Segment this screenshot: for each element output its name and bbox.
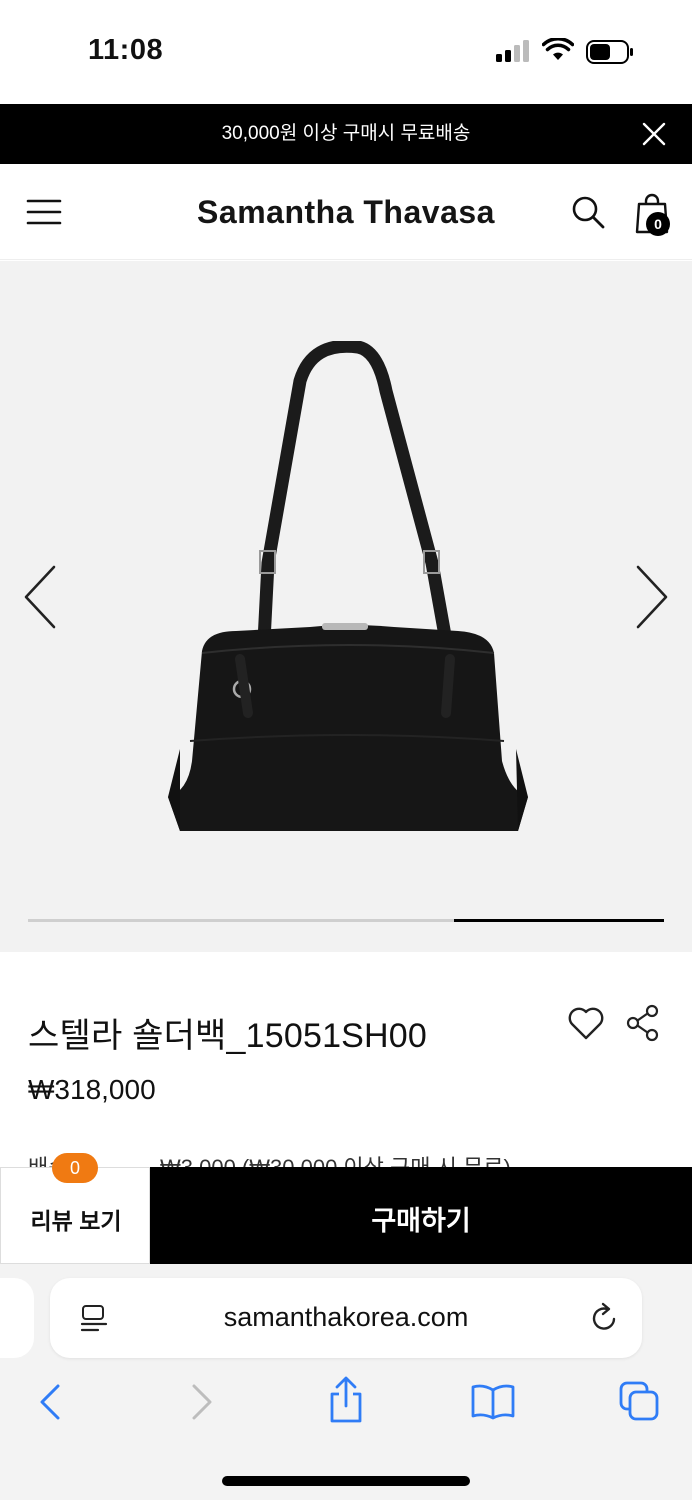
tabs-icon[interactable] [618, 1380, 660, 1422]
chevron-right-icon[interactable] [632, 563, 672, 631]
product-gallery[interactable] [0, 261, 692, 952]
back-icon[interactable] [36, 1382, 66, 1422]
share-icon[interactable] [624, 1004, 662, 1042]
wifi-icon [542, 38, 574, 60]
home-indicator [222, 1476, 470, 1486]
status-time: 11:08 [88, 34, 164, 66]
bookmarks-icon[interactable] [470, 1382, 516, 1420]
purchase-bar: 리뷰 보기 0 구매하기 [0, 1153, 692, 1264]
url-text[interactable]: samanthakorea.com [50, 1302, 642, 1333]
gallery-progress-fill [454, 919, 664, 922]
product-title: 스텔라 숄더백_15051SH00 [28, 1017, 428, 1055]
promo-banner: 30,000원 이상 구매시 무료배송 [0, 104, 692, 164]
close-icon[interactable] [638, 118, 670, 150]
product-image [168, 341, 528, 831]
browser-toolbar: samanthakorea.com [0, 1264, 692, 1500]
forward-icon[interactable] [186, 1382, 216, 1422]
reload-icon[interactable] [590, 1302, 620, 1334]
review-count-badge: 0 [52, 1153, 98, 1183]
address-bar[interactable]: samanthakorea.com [50, 1278, 642, 1358]
buy-button-label: 구매하기 [371, 1206, 471, 1236]
battery-icon [586, 40, 633, 64]
buy-button[interactable]: 구매하기 [150, 1167, 692, 1264]
cart-count-badge: 0 [646, 212, 670, 236]
cellular-signal-icon [496, 40, 529, 62]
status-bar: 11:08 [0, 0, 692, 104]
view-reviews-label: 리뷰 보기 [30, 1208, 122, 1234]
product-price: ₩318,000 [28, 1074, 156, 1105]
site-header: Samantha Thavasa [0, 164, 692, 260]
share-sheet-icon[interactable] [326, 1376, 366, 1424]
search-icon[interactable] [570, 194, 606, 230]
heart-icon[interactable] [566, 1004, 606, 1042]
gallery-progress-track [28, 919, 664, 922]
chevron-left-icon[interactable] [20, 563, 60, 631]
previous-tab-pill[interactable] [0, 1278, 34, 1358]
promo-text: 30,000원 이상 구매시 무료배송 [221, 123, 471, 144]
